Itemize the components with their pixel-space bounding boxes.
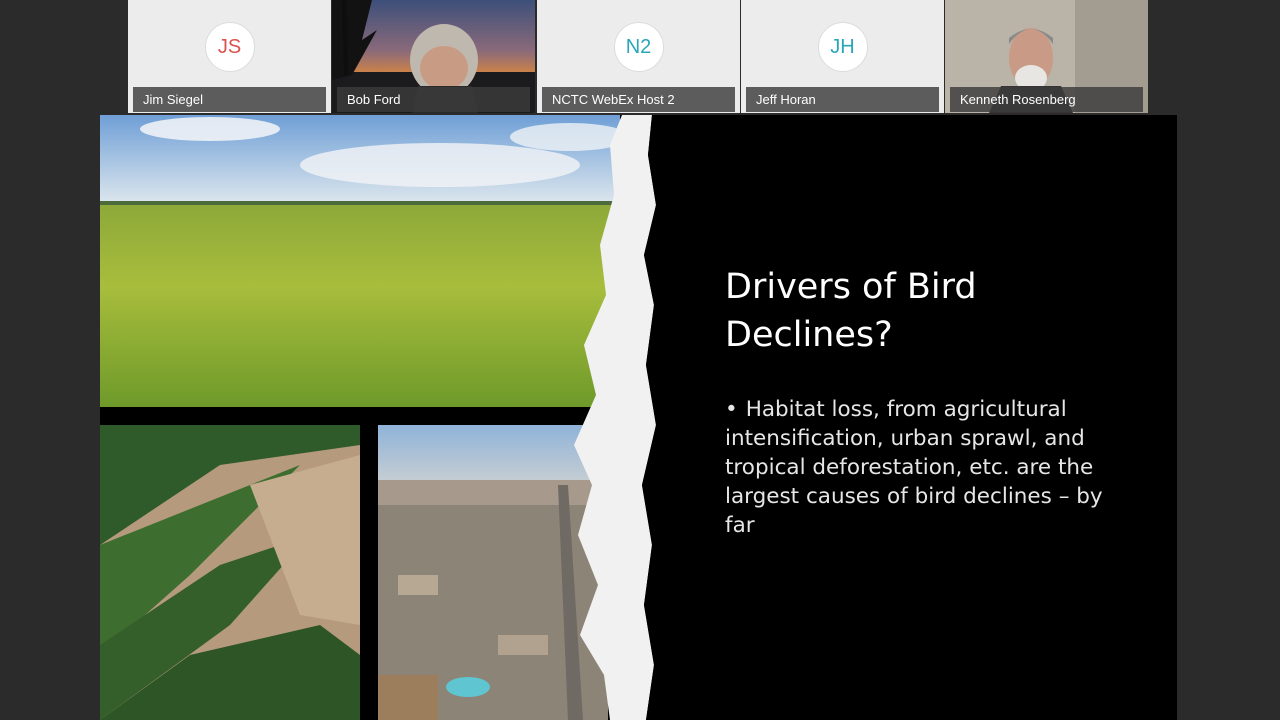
- torn-paper-edge: [574, 115, 670, 720]
- participant-avatar: N2: [613, 22, 664, 72]
- participant-name: Jeff Horan: [746, 87, 939, 112]
- participant-tile-nctc-webex-host-2[interactable]: N2 NCTC WebEx Host 2: [537, 0, 740, 113]
- participant-initials: JH: [830, 35, 855, 58]
- participant-name: Jim Siegel: [133, 87, 326, 112]
- participant-initials: JS: [217, 35, 242, 58]
- slide-title: Drivers of Bird Declines?: [725, 267, 977, 355]
- crop-field-photo: [100, 115, 620, 407]
- participant-avatar: JS: [204, 22, 255, 72]
- participant-name: Kenneth Rosenberg: [950, 87, 1143, 112]
- participant-avatar: JH: [817, 22, 868, 72]
- participant-tile-jeff-horan[interactable]: JH Jeff Horan: [741, 0, 944, 113]
- meeting-stage: JS Jim Siegel Bob Ford N2 NCTC WebEx Hos…: [0, 0, 1280, 720]
- bullet-text: Habitat loss, from agricultural intensif…: [725, 397, 1103, 538]
- shared-slide: Drivers of Bird Declines? • Habitat loss,…: [100, 115, 1177, 720]
- participant-initials: N2: [625, 35, 652, 58]
- slide-bullet: • Habitat loss, from agricultural intensi…: [725, 395, 1125, 540]
- participant-name: NCTC WebEx Host 2: [542, 87, 735, 112]
- participant-tile-jim-siegel[interactable]: JS Jim Siegel: [128, 0, 331, 113]
- participant-tile-bob-ford[interactable]: Bob Ford: [332, 0, 535, 113]
- bullet-marker: •: [725, 397, 738, 422]
- participant-tile-kenneth-rosenberg[interactable]: Kenneth Rosenberg: [945, 0, 1148, 113]
- participant-name: Bob Ford: [337, 87, 530, 112]
- deforestation-photo: [100, 425, 360, 720]
